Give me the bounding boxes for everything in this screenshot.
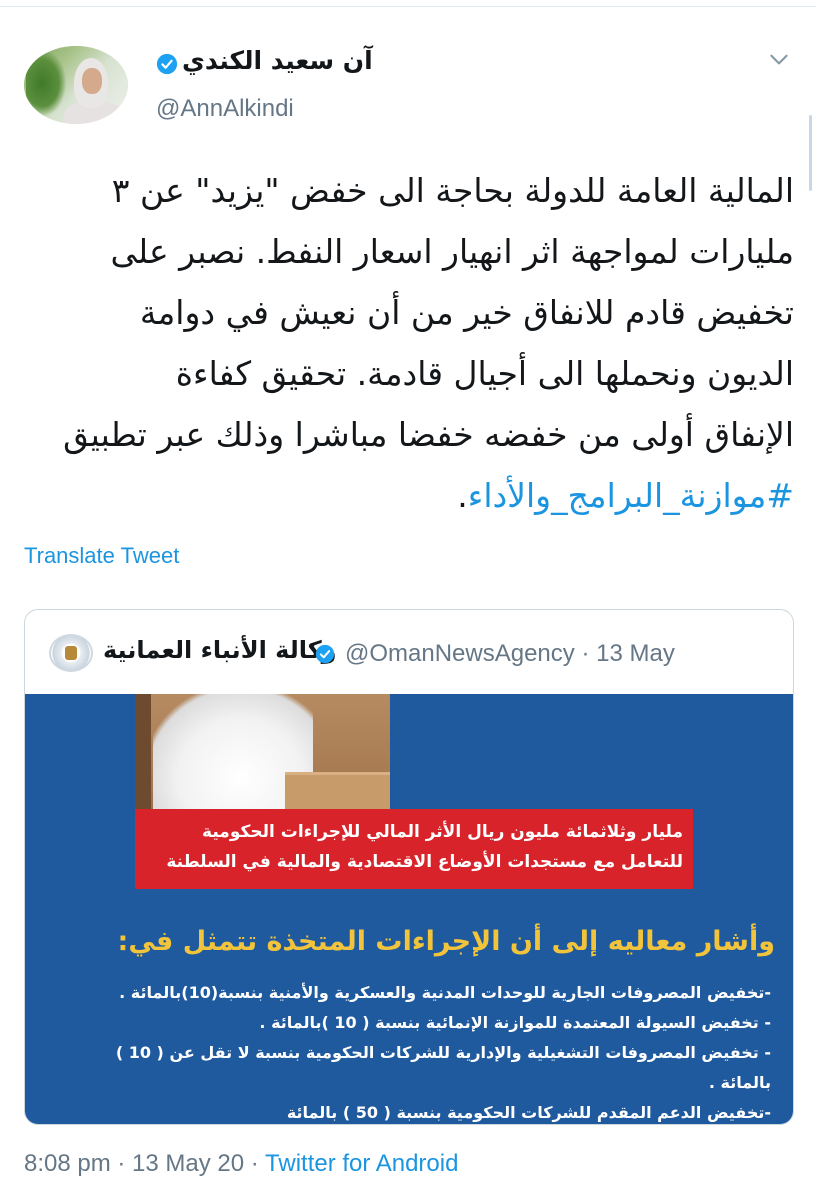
- hashtag-link[interactable]: #موازنة_البرامج_والأداء: [468, 476, 794, 515]
- tweet-source-link[interactable]: Twitter for Android: [265, 1150, 458, 1177]
- tweet-line: المالية العامة للدولة بحاجة الى خفض "يزي…: [111, 171, 794, 210]
- tweet-date: 13 May 20: [132, 1150, 245, 1177]
- author-display-name[interactable]: آن سعيد الكندي: [182, 46, 373, 75]
- author-avatar[interactable]: [24, 46, 128, 124]
- banner-line: للتعامل مع مستجدات الأوضاع الاقتصادية وا…: [166, 852, 683, 872]
- meta-separator: ·: [110, 1150, 133, 1177]
- tweet-meta: 8:08 pm · 13 May 20 · Twitter for Androi…: [24, 1150, 458, 1178]
- quoted-author-avatar[interactable]: [49, 634, 93, 672]
- quoted-tweet-card[interactable]: وكالة الأنباء العمانية @OmanNewsAgency ·…: [24, 609, 794, 1125]
- measure-item: - تخفيض المصروفات التشغيلية والإدارية لل…: [115, 1043, 771, 1062]
- quoted-tweet-header: وكالة الأنباء العمانية @OmanNewsAgency ·…: [25, 610, 793, 694]
- tweet-header: آن سعيد الكندي @AnnAlkindi: [24, 40, 794, 130]
- top-divider: [0, 6, 816, 7]
- verified-badge-icon: [315, 644, 335, 664]
- translate-tweet-link[interactable]: Translate Tweet: [24, 543, 179, 569]
- quoted-handle-date: @OmanNewsAgency · 13 May: [345, 640, 675, 667]
- measure-item: - تخفيض السيولة المعتمدة للموازنة الإنما…: [259, 1013, 771, 1032]
- hashtag-suffix: .: [457, 476, 468, 515]
- scroll-indicator[interactable]: [809, 115, 812, 191]
- image-heading: وأشار معاليه إلى أن الإجراءات المتخذة تت…: [117, 926, 775, 957]
- tweet-line: الإنفاق أولى من خفضه خفضا مباشرا وذلك عب…: [63, 415, 794, 454]
- tweet-text: المالية العامة للدولة بحاجة الى خفض "يزي…: [24, 160, 794, 526]
- measure-item: -تخفيض الدعم المقدم للشركات الحكومية بنس…: [286, 1103, 771, 1122]
- measure-item: بالمائة .: [708, 1073, 771, 1092]
- headline-banner: مليار وثلاثمائة مليون ريال الأثر المالي …: [135, 809, 693, 889]
- tweet-line-hashtag-row: #موازنة_البرامج_والأداء.: [24, 465, 794, 526]
- chevron-down-icon[interactable]: [766, 46, 792, 72]
- banner-line: مليار وثلاثمائة مليون ريال الأثر المالي …: [202, 822, 683, 842]
- meta-separator: ·: [244, 1150, 266, 1177]
- quoted-author-name[interactable]: وكالة الأنباء العمانية: [103, 636, 337, 664]
- measures-list: -تخفيض المصروفات الجارية للوحدات المدنية…: [31, 978, 771, 1124]
- measure-item: -تخفيض المصروفات الجارية للوحدات المدنية…: [119, 983, 771, 1002]
- tweet-time: 8:08 pm: [24, 1150, 111, 1177]
- quoted-media-image[interactable]: مليار وثلاثمائة مليون ريال الأثر المالي …: [25, 694, 793, 1124]
- tweet-line: تخفيض قادم للانفاق خير من أن نعيش في دوا…: [139, 293, 794, 332]
- author-handle[interactable]: @AnnAlkindi: [156, 95, 294, 123]
- tweet-line: الديون ونحملها الى أجيال قادمة. تحقيق كف…: [175, 354, 794, 393]
- tweet-line: مليارات لمواجهة اثر انهيار اسعار النفط. …: [110, 232, 794, 271]
- verified-badge-icon: [156, 53, 178, 75]
